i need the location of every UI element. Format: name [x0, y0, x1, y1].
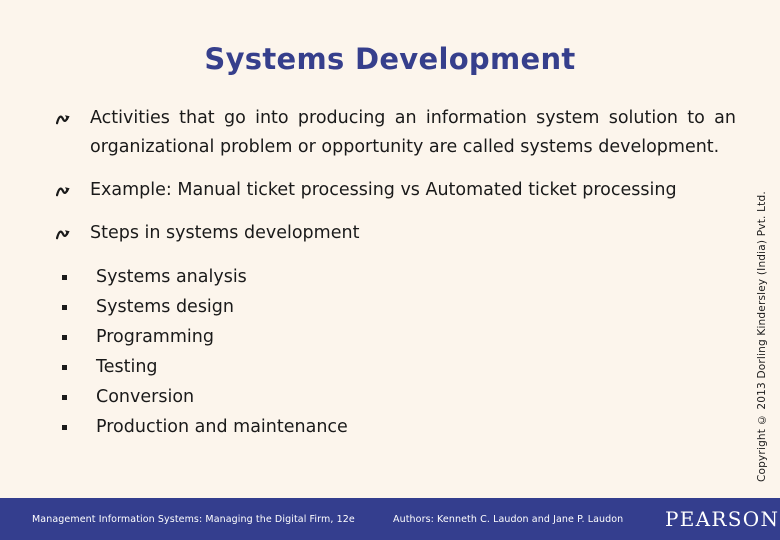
bullet-item-2: Example: Manual ticket processing vs Aut… — [56, 176, 746, 205]
bullet-item-1: Activities that go into producing an inf… — [56, 104, 746, 162]
sub-bullet-label: Systems design — [96, 297, 234, 317]
square-bullet-icon — [56, 412, 96, 442]
square-bullet-icon — [56, 382, 96, 412]
wavy-arrow-icon — [56, 104, 90, 125]
bullet-text-3: Steps in systems development — [90, 223, 360, 243]
sub-bullet-label: Conversion — [96, 387, 195, 407]
list-item: Programming — [56, 322, 746, 352]
list-item: Conversion — [56, 382, 746, 412]
wavy-arrow-icon — [56, 176, 90, 197]
square-bullet-icon — [56, 292, 96, 322]
page-title: Systems Development — [204, 42, 576, 77]
sub-bullet-label: Production and maintenance — [96, 417, 348, 437]
slide-body-content: Activities that go into producing an inf… — [56, 104, 746, 442]
sub-bullet-label: Testing — [96, 357, 158, 377]
bullet-text-2: Example: Manual ticket processing vs Aut… — [90, 180, 677, 200]
bullet-item-3: Steps in systems development — [56, 219, 746, 248]
list-item: Systems analysis — [56, 262, 746, 292]
copyright-notice: Copyright © 2013 Dorling Kindersley (Ind… — [756, 191, 768, 482]
presentation-slide: Systems Development Activities that go i… — [0, 0, 780, 540]
sub-bullet-label: Programming — [96, 327, 214, 347]
list-item: Production and maintenance — [56, 412, 746, 442]
footer-book-title: Management Information Systems: Managing… — [32, 513, 355, 525]
pearson-logo: PEARSON — [665, 507, 780, 531]
sub-bullet-label: Systems analysis — [96, 267, 247, 287]
slide-footer: Management Information Systems: Managing… — [0, 498, 780, 540]
sub-bullet-list: Systems analysis Systems design Programm… — [56, 262, 746, 442]
list-item: Testing — [56, 352, 746, 382]
footer-authors: Authors: Kenneth C. Laudon and Jane P. L… — [393, 513, 624, 525]
wavy-arrow-icon — [56, 219, 90, 240]
bullet-text-1: Activities that go into producing an inf… — [90, 108, 736, 157]
square-bullet-icon — [56, 322, 96, 352]
list-item: Systems design — [56, 292, 746, 322]
square-bullet-icon — [56, 262, 96, 292]
square-bullet-icon — [56, 352, 96, 382]
